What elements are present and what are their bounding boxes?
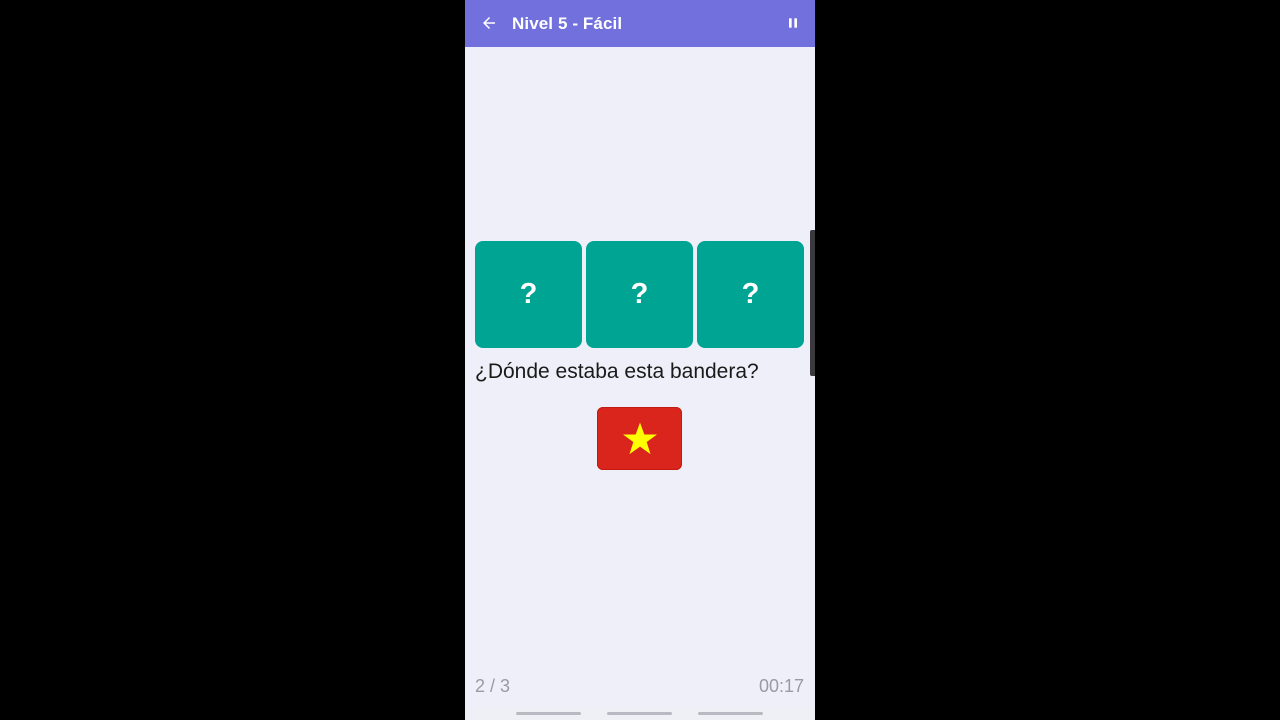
back-button[interactable]	[477, 11, 501, 35]
hidden-cards-row: ? ? ?	[475, 241, 805, 349]
card-label: ?	[630, 278, 649, 310]
elapsed-timer: 00:17	[758, 676, 804, 696]
pause-button[interactable]	[781, 11, 805, 35]
target-flag	[597, 407, 682, 470]
hidden-card-3[interactable]: ?	[697, 241, 804, 348]
arrow-left-icon	[483, 17, 495, 29]
card-label: ?	[741, 278, 760, 310]
app-bar: Nivel 5 - Fácil	[465, 0, 815, 47]
question-progress: 2 / 3	[475, 676, 511, 696]
vietnam-flag-icon	[622, 422, 657, 454]
page-title: Nivel 5 - Fácil	[512, 14, 623, 33]
nav-pill-right[interactable]	[698, 712, 763, 715]
nav-pill-center[interactable]	[607, 712, 672, 715]
edge-scroll-handle[interactable]	[810, 230, 815, 376]
hidden-card-2[interactable]: ?	[586, 241, 693, 348]
question-text: ¿Dónde estaba esta bandera?	[475, 360, 759, 383]
card-label: ?	[519, 278, 538, 310]
pause-icon	[789, 18, 797, 28]
hidden-card-1[interactable]: ?	[475, 241, 582, 348]
system-nav-bar	[465, 708, 815, 720]
phone-screen: Nivel 5 - Fácil ? ? ? ¿Dónde estaba esta…	[465, 0, 815, 720]
nav-pill-left[interactable]	[516, 712, 581, 715]
